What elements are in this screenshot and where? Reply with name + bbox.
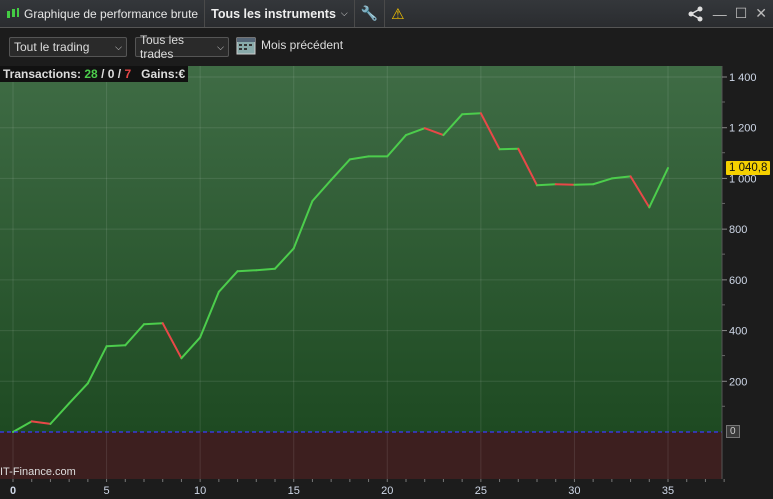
equity-segment: [536, 183, 557, 187]
gains-label: Gains:€: [141, 67, 186, 81]
x-tick-label: 10: [194, 485, 206, 497]
x-tick-label: 30: [568, 485, 580, 497]
transactions-summary: Transactions: 28 / 0 / 7 Gains:€: [0, 66, 189, 82]
x-tick-label: 0: [10, 485, 16, 497]
y-tick-label: 800: [729, 224, 747, 236]
last-value-label: 1 040,8: [726, 161, 771, 175]
x-tick-label: 20: [381, 485, 393, 497]
y-tick-label: 1 200: [729, 123, 757, 135]
losing-count: 7: [124, 67, 132, 81]
positive-area: [0, 66, 722, 432]
winning-count: 28: [84, 67, 98, 81]
transactions-label: Transactions:: [3, 67, 82, 81]
y-tick-label: 200: [729, 376, 747, 388]
zero-label: 0: [726, 425, 740, 438]
x-tick-label: 5: [104, 485, 110, 497]
watermark: IT-Finance.com: [0, 466, 76, 478]
equity-segment: [573, 183, 595, 186]
y-tick-label: 1 000: [729, 173, 757, 185]
y-tick-label: 600: [729, 275, 747, 287]
equity-segment: [554, 183, 576, 186]
equity-segment: [143, 322, 164, 326]
equity-segment: [461, 112, 482, 116]
separator: /: [97, 67, 108, 81]
equity-segment: [498, 147, 520, 151]
separator: /: [114, 67, 125, 81]
equity-segment: [236, 269, 258, 273]
y-tick-label: 400: [729, 326, 747, 338]
x-tick-label: 15: [288, 485, 300, 497]
x-tick-label: 25: [475, 485, 487, 497]
x-tick-label: 35: [662, 485, 674, 497]
negative-area: [0, 432, 722, 479]
equity-segment: [105, 344, 127, 348]
y-tick-label: 1 400: [729, 72, 757, 84]
